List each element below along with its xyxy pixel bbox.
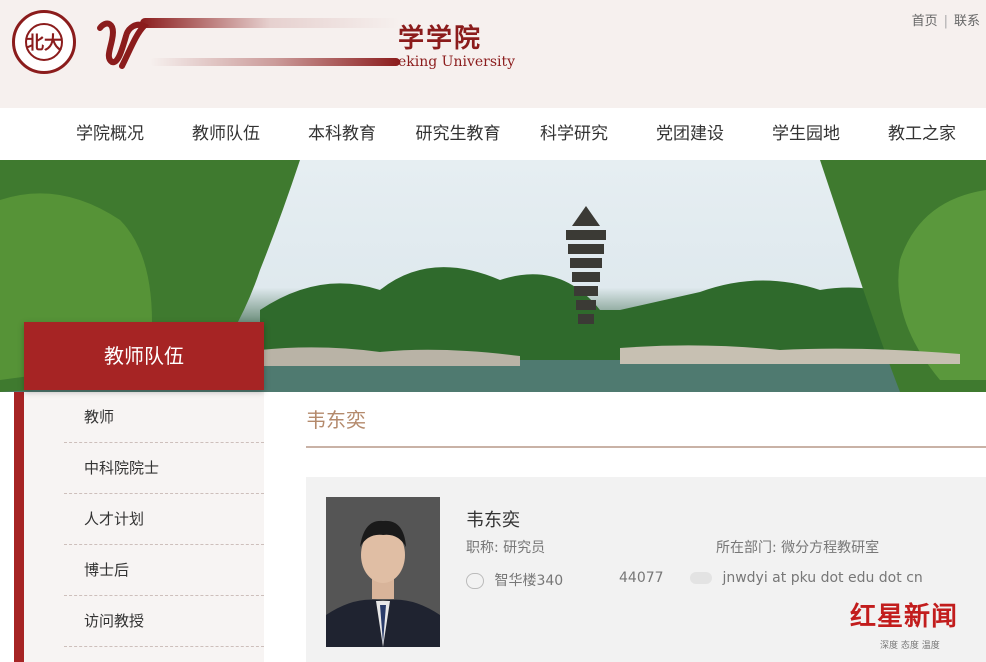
sidebar-item-academicians[interactable]: 中科院院士 bbox=[64, 443, 264, 494]
sidebar-menu: 教师 中科院院士 人才计划 博士后 访问教授 bbox=[64, 392, 264, 647]
department-value: 微分方程教研室 bbox=[781, 540, 880, 556]
seal-glyph: 北大 bbox=[26, 33, 62, 54]
watermark-main-text: 红星新闻 bbox=[850, 602, 959, 632]
nav-item-undergrad[interactable]: 本科教育 bbox=[284, 108, 400, 160]
brush-stroke-bottom bbox=[150, 58, 400, 66]
person-portrait-icon bbox=[326, 497, 440, 647]
phone-row: 44077 bbox=[619, 570, 664, 586]
sidebar-accent-bar bbox=[14, 392, 24, 662]
school-name-en: eking University bbox=[398, 54, 516, 70]
title-divider bbox=[306, 446, 986, 448]
nav-item-faculty[interactable]: 教师队伍 bbox=[168, 108, 284, 160]
watermark-sub-text: 深度 态度 温度 bbox=[880, 641, 940, 651]
sidebar-item-talent-program[interactable]: 人才计划 bbox=[64, 494, 264, 545]
person-name: 韦东奕 bbox=[466, 510, 520, 531]
sidebar-title: 教师队伍 bbox=[24, 322, 264, 390]
top-links: 首页 | 联系 bbox=[912, 10, 980, 29]
department-row: 所在部门: 微分方程教研室 bbox=[716, 537, 879, 557]
office-row: 智华楼340 bbox=[466, 570, 563, 590]
nav-item-graduate[interactable]: 研究生教育 bbox=[400, 108, 516, 160]
nav-item-research[interactable]: 科学研究 bbox=[516, 108, 632, 160]
sidebar-item-postdoc[interactable]: 博士后 bbox=[64, 545, 264, 596]
nav-item-students[interactable]: 学生园地 bbox=[748, 108, 864, 160]
university-seal-logo[interactable]: 北大 bbox=[12, 10, 76, 74]
profile-photo bbox=[326, 497, 440, 647]
office-icon bbox=[466, 573, 484, 589]
page-title: 韦东奕 bbox=[306, 408, 366, 432]
home-link[interactable]: 首页 bbox=[912, 14, 938, 29]
news-watermark-logo: 红星新闻 深度 态度 温度 bbox=[850, 596, 980, 656]
title-label: 职称: bbox=[466, 540, 499, 556]
nav-item-staff[interactable]: 教工之家 bbox=[864, 108, 980, 160]
divider: | bbox=[943, 14, 948, 29]
phone-value: 44077 bbox=[619, 570, 664, 586]
site-header: 北大 学学院 eking University 首页 | 联系 bbox=[0, 0, 986, 109]
school-name: 学学院 bbox=[398, 24, 483, 54]
title-row: 职称: 研究员 bbox=[466, 537, 545, 557]
nav-item-party[interactable]: 党团建设 bbox=[632, 108, 748, 160]
email-row: jnwdyi at pku dot edu dot cn bbox=[690, 570, 923, 586]
title-value: 研究员 bbox=[503, 540, 546, 556]
email-value[interactable]: jnwdyi at pku dot edu dot cn bbox=[722, 570, 922, 586]
office-value: 智华楼340 bbox=[494, 573, 564, 589]
email-icon bbox=[690, 572, 712, 584]
main-nav: 学院概况 教师队伍 本科教育 研究生教育 科学研究 党团建设 学生园地 教工之家 bbox=[0, 108, 986, 160]
contact-link[interactable]: 联系 bbox=[954, 14, 980, 29]
department-label: 所在部门: bbox=[716, 540, 777, 556]
sidebar-item-teachers[interactable]: 教师 bbox=[64, 392, 264, 443]
nav-item-overview[interactable]: 学院概况 bbox=[52, 108, 168, 160]
brush-stroke-top bbox=[140, 18, 400, 28]
sidebar-item-visiting-professor[interactable]: 访问教授 bbox=[64, 596, 264, 647]
